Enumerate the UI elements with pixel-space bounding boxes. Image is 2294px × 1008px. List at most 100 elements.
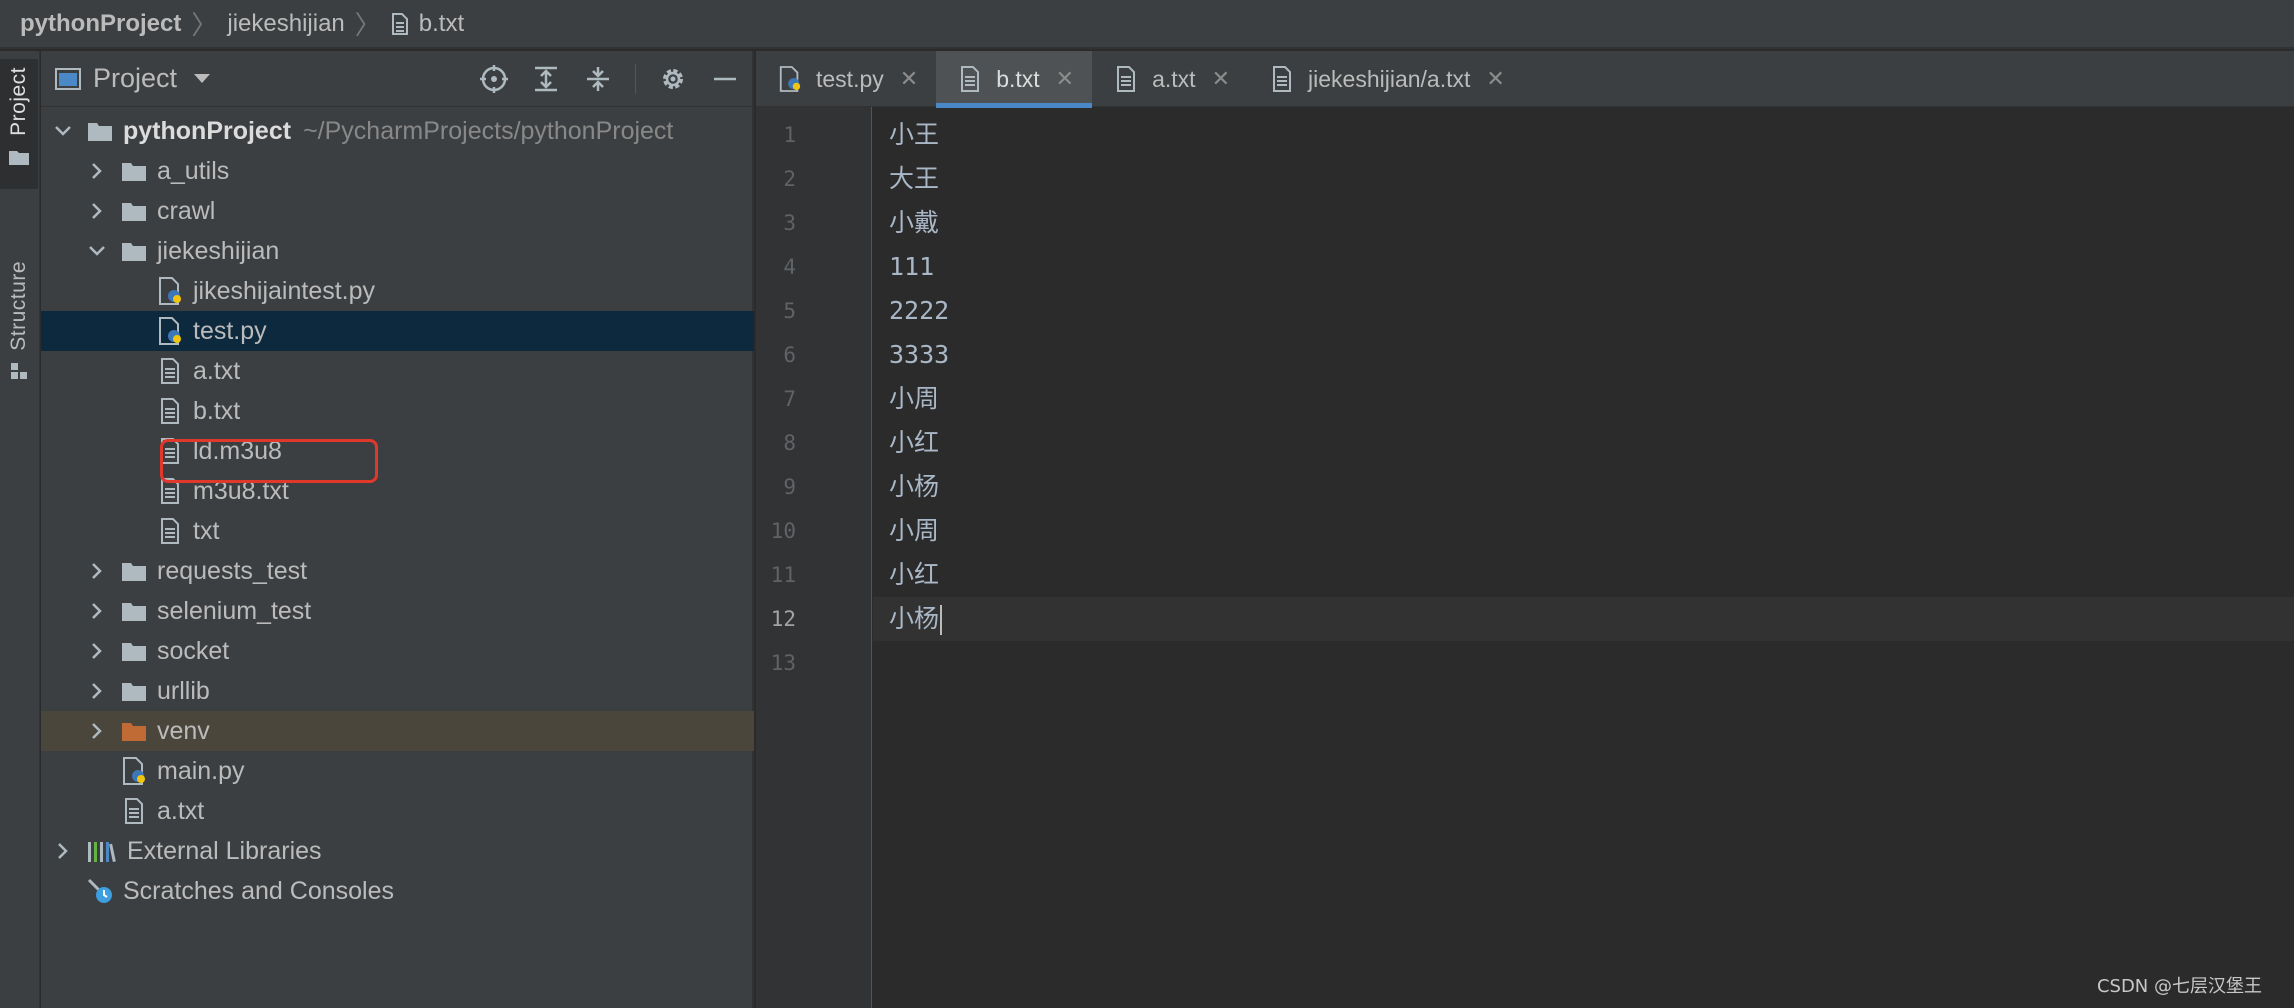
folder-icon bbox=[121, 238, 147, 264]
tree-item-label: jiekeshijian bbox=[157, 236, 280, 265]
code-line[interactable]: 小周 bbox=[873, 377, 2294, 421]
tree-root-pythonproject[interactable]: pythonProject ~/PycharmProjects/pythonPr… bbox=[41, 111, 754, 151]
tab-a-txt[interactable]: a.txt ✕ bbox=[1092, 51, 1248, 107]
code-line[interactable]: 小周 bbox=[873, 509, 2294, 553]
minimize-icon bbox=[714, 77, 736, 81]
tree-item-urllib[interactable]: urllib bbox=[41, 671, 754, 711]
chevron-right-icon[interactable] bbox=[87, 681, 107, 701]
code-text-area[interactable]: 小王 大王 小戴 111 2222 3333 小周 小红 小杨 小周 小红 小杨 bbox=[873, 107, 2294, 1008]
code-line-text: 小红 bbox=[889, 560, 940, 589]
tab-b-txt[interactable]: b.txt ✕ bbox=[936, 51, 1093, 108]
text-file-icon bbox=[157, 358, 183, 384]
code-line[interactable]: 小杨 bbox=[873, 597, 2294, 641]
tree-item-scratches[interactable]: Scratches and Consoles bbox=[41, 871, 754, 911]
tree-item-a-utils[interactable]: a_utils bbox=[41, 151, 754, 191]
tool-tab-project-label: Project bbox=[7, 67, 30, 136]
collapse-all-button[interactable] bbox=[583, 64, 613, 94]
code-line[interactable]: 2222 bbox=[873, 289, 2294, 333]
collapse-all-icon bbox=[587, 67, 609, 91]
tree-item-jikeshijaintest-py[interactable]: jikeshijaintest.py bbox=[41, 271, 754, 311]
tree-item-label: venv bbox=[157, 716, 210, 745]
tab-jiekeshijian-a-txt[interactable]: jiekeshijian/a.txt ✕ bbox=[1248, 51, 1523, 107]
chevron-right-icon[interactable] bbox=[87, 721, 107, 741]
tree-item-socket[interactable]: socket bbox=[41, 631, 754, 671]
chevron-down-icon[interactable] bbox=[53, 121, 73, 141]
tree-item-label: External Libraries bbox=[127, 836, 322, 865]
folder-icon bbox=[9, 150, 29, 165]
python-file-icon bbox=[121, 757, 147, 785]
tree-item-label: selenium_test bbox=[157, 596, 312, 625]
line-number: 11 bbox=[770, 563, 796, 587]
chevron-right-icon[interactable] bbox=[53, 841, 73, 861]
breadcrumb-folder[interactable]: jiekeshijian bbox=[227, 10, 344, 38]
code-line[interactable]: 111 bbox=[873, 245, 2294, 289]
tree-item-requests-test[interactable]: requests_test bbox=[41, 551, 754, 591]
chevron-down-icon[interactable] bbox=[87, 241, 107, 261]
line-number: 8 bbox=[783, 431, 796, 455]
code-line[interactable]: 3333 bbox=[873, 333, 2294, 377]
code-line[interactable]: 小红 bbox=[873, 421, 2294, 465]
project-tree: pythonProject ~/PycharmProjects/pythonPr… bbox=[41, 111, 754, 911]
code-line[interactable]: 小王 bbox=[873, 113, 2294, 157]
tree-root-path: ~/PycharmProjects/pythonProject bbox=[303, 116, 674, 145]
text-file-icon bbox=[157, 518, 183, 544]
tree-item-label: main.py bbox=[157, 756, 245, 785]
tree-item-label: b.txt bbox=[193, 396, 241, 425]
project-panel-header: Project bbox=[41, 51, 754, 107]
line-number: 6 bbox=[783, 343, 796, 367]
locate-file-button[interactable] bbox=[479, 64, 509, 94]
close-icon[interactable]: ✕ bbox=[1486, 66, 1504, 92]
tree-item-m3u8-txt[interactable]: m3u8.txt bbox=[41, 471, 754, 511]
tab-test-py[interactable]: test.py ✕ bbox=[756, 51, 936, 107]
tab-label: jiekeshijian/a.txt bbox=[1308, 65, 1471, 92]
line-number: 5 bbox=[783, 299, 796, 323]
tree-item-label: jikeshijaintest.py bbox=[193, 276, 376, 305]
settings-button[interactable] bbox=[658, 64, 688, 94]
tree-item-b-txt[interactable]: b.txt bbox=[41, 391, 754, 431]
expand-all-button[interactable] bbox=[531, 64, 561, 94]
breadcrumb-project[interactable]: pythonProject bbox=[20, 10, 181, 38]
chevron-right-icon[interactable] bbox=[87, 201, 107, 221]
code-line-text: 2222 bbox=[889, 296, 950, 325]
tool-tab-structure[interactable]: Structure bbox=[0, 261, 38, 401]
close-icon[interactable]: ✕ bbox=[1212, 66, 1230, 92]
code-line[interactable]: 大王 bbox=[873, 157, 2294, 201]
line-number: 12 bbox=[770, 607, 796, 631]
tree-item-external-libraries[interactable]: External Libraries bbox=[41, 831, 754, 871]
code-line-text: 小周 bbox=[889, 516, 940, 545]
tree-item-crawl[interactable]: crawl bbox=[41, 191, 754, 231]
chevron-right-icon[interactable] bbox=[87, 641, 107, 661]
chevron-right-icon[interactable] bbox=[87, 161, 107, 181]
text-file-icon bbox=[121, 798, 147, 824]
tree-item-venv[interactable]: venv bbox=[41, 711, 754, 751]
close-icon[interactable]: ✕ bbox=[1056, 66, 1074, 92]
hide-panel-button[interactable] bbox=[710, 64, 740, 94]
close-icon[interactable]: ✕ bbox=[900, 66, 918, 92]
text-cursor bbox=[940, 605, 943, 635]
code-line-text: 小红 bbox=[889, 428, 940, 457]
tree-item-a-txt-root[interactable]: a.txt bbox=[41, 791, 754, 831]
code-line[interactable]: 小杨 bbox=[873, 465, 2294, 509]
chevron-right-icon[interactable] bbox=[87, 561, 107, 581]
chevron-right-icon[interactable] bbox=[87, 601, 107, 621]
library-icon bbox=[87, 838, 117, 864]
code-line[interactable] bbox=[873, 641, 2294, 685]
tab-label: test.py bbox=[816, 65, 884, 92]
tool-tab-structure-label: Structure bbox=[7, 261, 30, 351]
text-file-icon bbox=[157, 398, 183, 424]
tool-tab-project[interactable]: Project bbox=[0, 59, 38, 189]
breadcrumb-file[interactable]: b.txt bbox=[391, 10, 464, 38]
tree-item-test-py[interactable]: test.py bbox=[41, 311, 754, 351]
project-view-selector[interactable]: Project bbox=[93, 63, 177, 94]
tree-item-selenium-test[interactable]: selenium_test bbox=[41, 591, 754, 631]
tree-item-main-py[interactable]: main.py bbox=[41, 751, 754, 791]
editor-area: test.py ✕ b.txt ✕ a.txt ✕ jiekeshijian/a… bbox=[756, 51, 2294, 1008]
chevron-down-icon[interactable] bbox=[193, 73, 211, 85]
tree-item-jiekeshijian[interactable]: jiekeshijian bbox=[41, 231, 754, 271]
code-line[interactable]: 小红 bbox=[873, 553, 2294, 597]
tool-window-strip: Project Structure bbox=[0, 51, 40, 1008]
code-line[interactable]: 小戴 bbox=[873, 201, 2294, 245]
tree-item-ld-m3u8[interactable]: ld.m3u8 bbox=[41, 431, 754, 471]
tree-item-txt[interactable]: txt bbox=[41, 511, 754, 551]
tree-item-a-txt[interactable]: a.txt bbox=[41, 351, 754, 391]
